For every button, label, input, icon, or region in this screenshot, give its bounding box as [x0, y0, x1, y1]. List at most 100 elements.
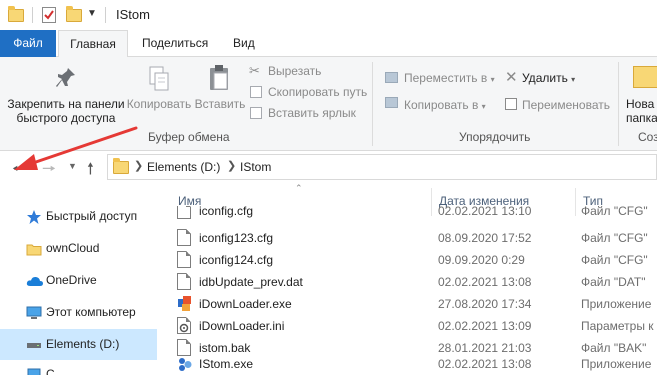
computer-icon	[26, 305, 42, 321]
file-date: 02.02.2021 13:09	[438, 319, 532, 333]
sort-up-icon: ⌃	[295, 183, 303, 193]
table-row[interactable]: iconfig.cfg 02.02.2021 13:10 Файл "CFG"	[170, 206, 657, 222]
cloud-icon	[26, 273, 43, 289]
nav-item-network[interactable]: С	[0, 361, 157, 375]
back-arrow-icon[interactable]: 🠔	[12, 158, 26, 185]
paste-shortcut-icon	[250, 107, 262, 119]
dropdown-arrow-icon: ▾	[490, 75, 495, 84]
table-row[interactable]: iconfig124.cfg 09.09.2020 0:29 Файл "CFG…	[170, 249, 657, 271]
document-icon	[177, 251, 191, 268]
nav-item-quick-access[interactable]: Быстрый доступ	[0, 201, 157, 232]
nav-label: ownCloud	[46, 241, 100, 255]
file-type: Файл "CFG"	[581, 206, 648, 218]
copy-button[interactable]: Копировать	[126, 97, 192, 111]
file-type: Файл "CFG"	[581, 231, 648, 245]
nav-label: Elements (D:)	[46, 337, 120, 351]
title-bar	[0, 0, 657, 30]
table-row[interactable]: iDownLoader.exe 27.08.2020 17:34 Приложе…	[170, 293, 657, 315]
up-arrow-icon[interactable]: 🠕	[87, 158, 94, 185]
pin-label-line1: Закрепить на панели	[7, 97, 125, 111]
new-folder-icon[interactable]	[66, 6, 82, 22]
settings-file-icon	[177, 317, 191, 334]
copy-path-icon	[250, 86, 262, 98]
cut-button[interactable]: Вырезать	[268, 62, 321, 80]
nav-item-onedrive[interactable]: OneDrive	[0, 265, 157, 296]
star-icon	[26, 209, 42, 225]
paste-shortcut-button[interactable]: Вставить ярлык	[268, 104, 356, 122]
separator	[32, 7, 33, 23]
dropdown-arrow-icon: ▾	[481, 102, 486, 111]
rename-button[interactable]: Переименовать	[522, 96, 610, 114]
table-row[interactable]: idbUpdate_prev.dat 02.02.2021 13:08 Файл…	[170, 271, 657, 293]
copy-path-button[interactable]: Скопировать путь	[268, 83, 367, 101]
copy-icon	[148, 65, 170, 93]
breadcrumb-folder[interactable]: IStom	[240, 160, 271, 174]
rename-icon	[505, 98, 517, 110]
nav-label: Этот компьютер	[46, 305, 136, 319]
folder-icon	[8, 6, 24, 22]
new-group-label: Соз	[638, 130, 657, 144]
pin-icon	[55, 66, 77, 90]
ribbon-separator	[372, 62, 373, 146]
nav-item-this-pc[interactable]: Этот компьютер	[0, 297, 157, 328]
delete-icon: ✕	[505, 69, 518, 86]
forward-arrow-icon[interactable]: 🠖	[42, 158, 56, 185]
properties-icon[interactable]	[42, 7, 56, 23]
dropdown-arrow-icon: ▾	[571, 75, 576, 84]
file-name: iconfig123.cfg	[199, 231, 274, 245]
file-name: iconfig124.cfg	[199, 253, 274, 267]
recent-locations-icon[interactable]: ▼	[68, 161, 77, 171]
file-type: Файл "DAT"	[581, 275, 646, 289]
file-type: Параметры к	[581, 319, 654, 333]
new-folder-line1: Нова	[626, 97, 655, 111]
delete-button[interactable]: Удалить ▾	[522, 69, 575, 87]
document-icon	[177, 206, 191, 219]
table-row[interactable]: iconfig123.cfg 08.09.2020 17:52 Файл "CF…	[170, 227, 657, 249]
nav-item-owncloud[interactable]: ownCloud	[0, 233, 157, 264]
tab-view[interactable]: Вид	[219, 30, 269, 57]
file-name: idbUpdate_prev.dat	[199, 275, 303, 289]
document-icon	[177, 229, 191, 246]
delete-label: Удалить	[522, 71, 568, 85]
nav-item-elements-drive[interactable]: Elements (D:)	[0, 329, 157, 360]
ribbon-separator	[618, 62, 619, 146]
new-folder-large-icon	[633, 66, 657, 88]
paste-button[interactable]: Вставить	[193, 97, 247, 111]
new-folder-button[interactable]: Нова папка	[626, 97, 657, 125]
copy-to-label: Копировать в	[404, 98, 479, 112]
move-to-label: Переместить в	[404, 71, 488, 85]
file-name: iconfig.cfg	[199, 206, 254, 218]
file-date: 27.08.2020 17:34	[438, 297, 532, 311]
window-title: IStom	[116, 7, 150, 22]
organize-group-label: Упорядочить	[459, 130, 531, 144]
table-row[interactable]: iDownLoader.ini 02.02.2021 13:09 Парамет…	[170, 315, 657, 337]
copy-to-button[interactable]: Копировать в ▾	[404, 96, 486, 114]
nav-label: С	[46, 367, 55, 375]
file-type: Приложение	[581, 357, 652, 371]
tab-file[interactable]: Файл	[0, 30, 56, 57]
customize-quick-access-icon[interactable]: ▼	[87, 8, 97, 19]
table-row[interactable]: IStom.exe 02.02.2021 13:08 Приложение	[170, 353, 657, 375]
file-date: 02.02.2021 13:10	[438, 206, 532, 218]
file-name: iDownLoader.exe	[199, 297, 292, 311]
tab-home[interactable]: Главная	[58, 30, 128, 58]
chevron-right-icon[interactable]: ❯	[227, 159, 236, 172]
scissors-icon: ✂	[249, 63, 260, 78]
new-folder-line2: папка	[626, 111, 657, 125]
tab-share[interactable]: Поделиться	[128, 30, 222, 57]
istom-app-icon	[177, 355, 193, 372]
folder-icon	[113, 158, 129, 174]
file-name: IStom.exe	[199, 357, 254, 371]
chevron-right-icon[interactable]: ❯	[134, 159, 143, 172]
breadcrumb-drive[interactable]: Elements (D:)	[147, 160, 220, 174]
network-icon	[26, 367, 42, 375]
move-to-button[interactable]: Переместить в ▾	[404, 69, 495, 87]
file-type: Приложение	[581, 297, 652, 311]
nav-label: OneDrive	[46, 273, 97, 287]
paste-icon	[207, 63, 233, 93]
file-date: 02.02.2021 13:08	[438, 357, 532, 371]
pin-to-quick-access-button[interactable]: Закрепить на панели быстрого доступа	[4, 97, 128, 125]
app-icon	[177, 295, 191, 312]
file-type: Файл "CFG"	[581, 253, 648, 267]
file-date: 08.09.2020 17:52	[438, 231, 532, 245]
